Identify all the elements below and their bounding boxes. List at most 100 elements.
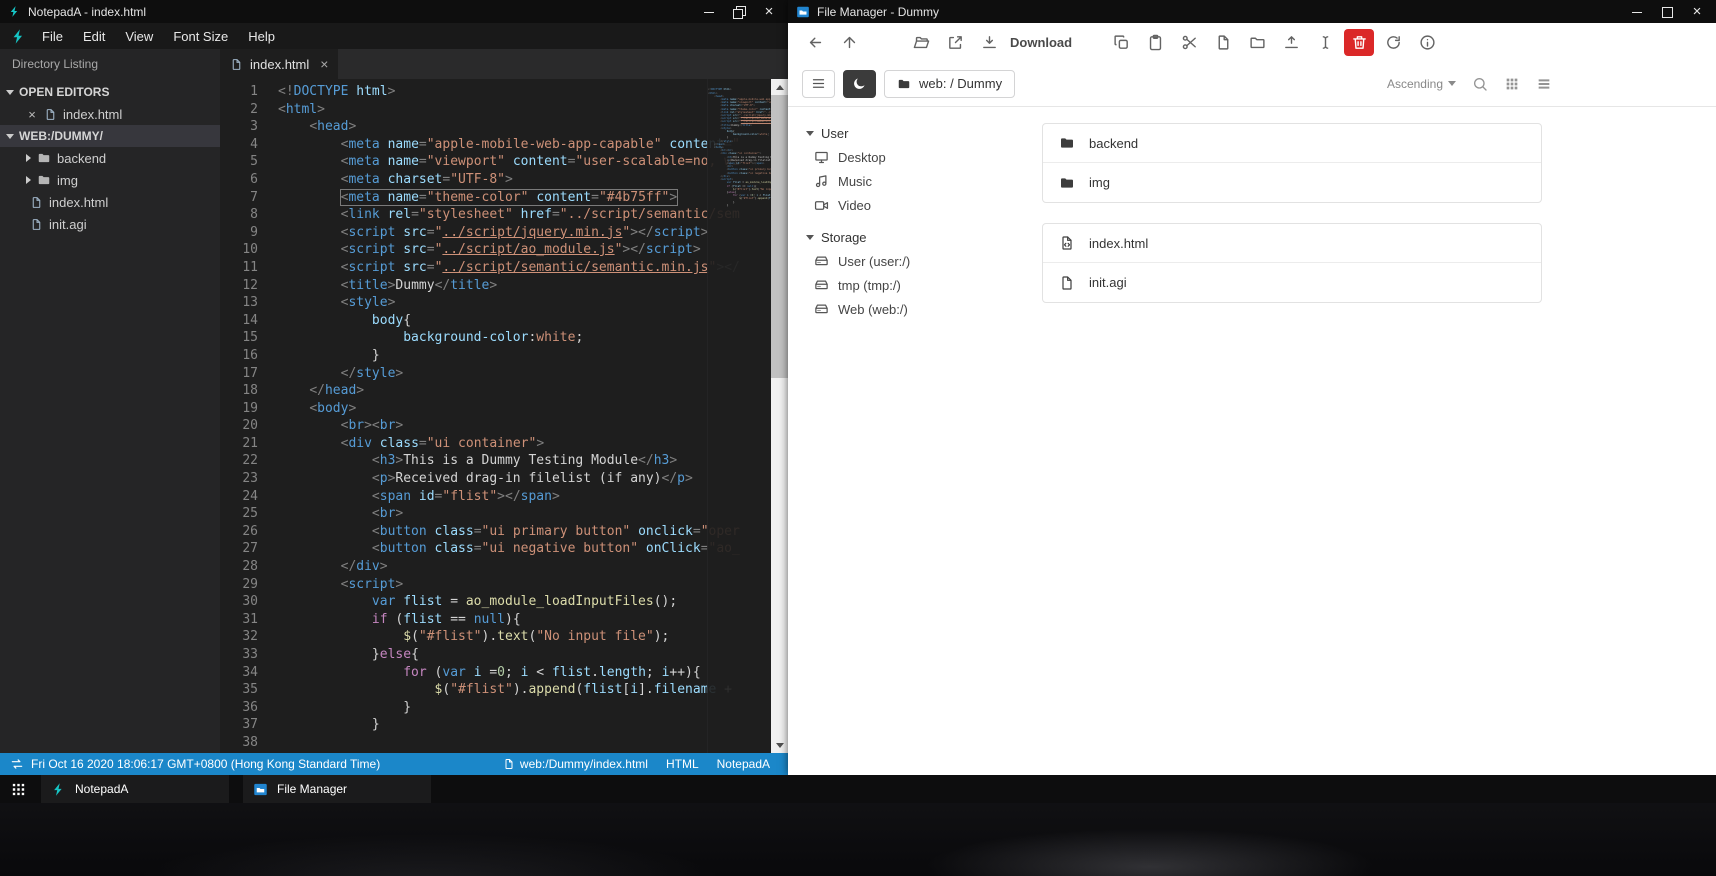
grid-view-icon[interactable]: [1504, 76, 1520, 92]
file-icon: [1059, 275, 1075, 291]
statusbar-language[interactable]: HTML: [666, 757, 699, 771]
copy-button[interactable]: [1106, 29, 1136, 56]
download-label[interactable]: Download: [1010, 35, 1072, 50]
download-button[interactable]: [974, 29, 1004, 56]
tree-item-img[interactable]: img: [0, 169, 220, 191]
open-in-new-button[interactable]: [940, 29, 970, 56]
sidebar-item-label: User (user:/): [838, 253, 911, 269]
minimize-icon[interactable]: [702, 5, 716, 19]
apps-grid-icon[interactable]: [10, 781, 27, 798]
desktop-icon: [814, 150, 829, 165]
statusbar-appname: NotepadA: [716, 757, 770, 771]
refresh-button[interactable]: [1378, 29, 1408, 56]
search-icon[interactable]: [1472, 76, 1488, 92]
file-list: backend img index.html init.agi: [1016, 107, 1716, 775]
file-group: index.html init.agi: [1042, 223, 1542, 303]
window-controls: ×: [702, 4, 780, 19]
open-editor-item[interactable]: × index.html: [0, 103, 220, 125]
file-row-img[interactable]: img: [1043, 163, 1541, 202]
window-title: File Manager - Dummy: [817, 4, 940, 19]
menu-font-size[interactable]: Font Size: [164, 29, 237, 44]
menu-edit[interactable]: Edit: [74, 29, 114, 44]
workspace-section[interactable]: WEB:/DUMMY/: [0, 125, 220, 147]
menu-button[interactable]: [802, 69, 835, 98]
scrollbar-thumb[interactable]: [771, 95, 788, 379]
folder-icon: [1059, 175, 1075, 191]
folder-icon: [37, 173, 51, 187]
upload-button[interactable]: [1276, 29, 1306, 56]
code-editor[interactable]: 1 2 3 4 5 6 7 8 9 10 11 12 13 14 15 16 17 18 19 20 21 22 23 24 2…: [220, 79, 788, 753]
tab-close-icon[interactable]: ×: [320, 56, 328, 72]
tree-item-init-agi[interactable]: init.agi: [0, 213, 220, 235]
tree-item-index-html[interactable]: index.html: [0, 191, 220, 213]
close-editor-icon[interactable]: ×: [26, 107, 38, 122]
editor-scrollbar[interactable]: [771, 79, 788, 753]
back-button[interactable]: [800, 29, 830, 56]
delete-button[interactable]: [1344, 28, 1375, 56]
dark-mode-toggle[interactable]: [843, 69, 876, 98]
sidebar-item-web-drive[interactable]: Web (web:/): [806, 297, 1016, 321]
sidebar-section-user[interactable]: User: [806, 121, 1016, 145]
paste-button[interactable]: [1140, 29, 1170, 56]
file-icon: [503, 758, 515, 770]
desktop: NotepadA - index.html × File Edit View F…: [0, 0, 1716, 876]
notepada-logo-icon: [51, 782, 66, 797]
tab-index-html[interactable]: index.html ×: [220, 49, 339, 79]
maximize-icon[interactable]: [1660, 5, 1674, 19]
sidebar-item-user-drive[interactable]: User (user:/): [806, 249, 1016, 273]
close-icon[interactable]: ×: [1690, 4, 1704, 19]
file-manager-icon: [253, 782, 268, 797]
chevron-down-icon: [6, 89, 14, 95]
sort-order-label: Ascending: [1386, 76, 1443, 91]
statusbar-filepath: web:/Dummy/index.html: [519, 757, 648, 771]
scroll-up-icon[interactable]: [771, 79, 788, 95]
statusbar-right: web:/Dummy/index.html HTML NotepadA: [503, 757, 778, 771]
folder-group: backend img: [1042, 123, 1542, 203]
list-view-icon[interactable]: [1536, 76, 1552, 92]
tab-label: index.html: [250, 56, 310, 72]
open-editor-filename: index.html: [63, 106, 123, 122]
info-button[interactable]: [1412, 29, 1442, 56]
sync-icon: [10, 757, 24, 771]
sort-order-dropdown[interactable]: Ascending: [1387, 77, 1456, 91]
minimap[interactable]: <!DOCTYPE html> <html> <head> <meta name=…: [707, 79, 771, 753]
tree-item-label: img: [57, 172, 78, 188]
sidebar-section-storage[interactable]: Storage: [806, 225, 1016, 249]
breadcrumb-path: web: / Dummy: [919, 76, 1003, 91]
rename-button[interactable]: [1310, 29, 1340, 56]
section-label: Storage: [821, 229, 867, 245]
taskbar-item-filemanager[interactable]: File Manager: [243, 775, 431, 803]
notepada-statusbar: Fri Oct 16 2020 18:06:17 GMT+0800 (Hong …: [0, 753, 788, 775]
sidebar-item-video[interactable]: Video: [806, 193, 1016, 217]
scroll-down-icon[interactable]: [771, 737, 788, 753]
open-folder-button[interactable]: [906, 29, 936, 56]
menu-help[interactable]: Help: [239, 29, 284, 44]
file-name: img: [1089, 175, 1110, 190]
tree-item-backend[interactable]: backend: [0, 147, 220, 169]
new-folder-button[interactable]: [1242, 29, 1272, 56]
sidebar-item-desktop[interactable]: Desktop: [806, 145, 1016, 169]
open-editors-section[interactable]: OPEN EDITORS: [0, 81, 220, 103]
sidebar-item-music[interactable]: Music: [806, 169, 1016, 193]
menu-view[interactable]: View: [116, 29, 162, 44]
sidebar-item-tmp-drive[interactable]: tmp (tmp:/): [806, 273, 1016, 297]
statusbar-datetime: Fri Oct 16 2020 18:06:17 GMT+0800 (Hong …: [31, 757, 381, 771]
directory-listing-header: Directory Listing: [12, 57, 99, 71]
cut-button[interactable]: [1174, 29, 1204, 56]
file-row-backend[interactable]: backend: [1043, 124, 1541, 163]
chevron-right-icon: [26, 176, 31, 184]
file-row-init-agi[interactable]: init.agi: [1043, 263, 1541, 302]
close-icon[interactable]: ×: [762, 4, 776, 19]
breadcrumb[interactable]: web: / Dummy: [884, 69, 1016, 98]
file-icon: [230, 58, 243, 71]
caret-down-icon: [806, 234, 814, 240]
up-button[interactable]: [834, 29, 864, 56]
minimize-icon[interactable]: [1630, 5, 1644, 19]
restore-icon[interactable]: [732, 5, 746, 19]
menu-file[interactable]: File: [33, 29, 72, 44]
notepada-titlebar: NotepadA - index.html ×: [0, 0, 788, 23]
file-row-index-html[interactable]: index.html: [1043, 224, 1541, 263]
new-file-button[interactable]: [1208, 29, 1238, 56]
help-button[interactable]: [1446, 29, 1476, 56]
taskbar-item-notepada[interactable]: NotepadA: [41, 775, 229, 803]
